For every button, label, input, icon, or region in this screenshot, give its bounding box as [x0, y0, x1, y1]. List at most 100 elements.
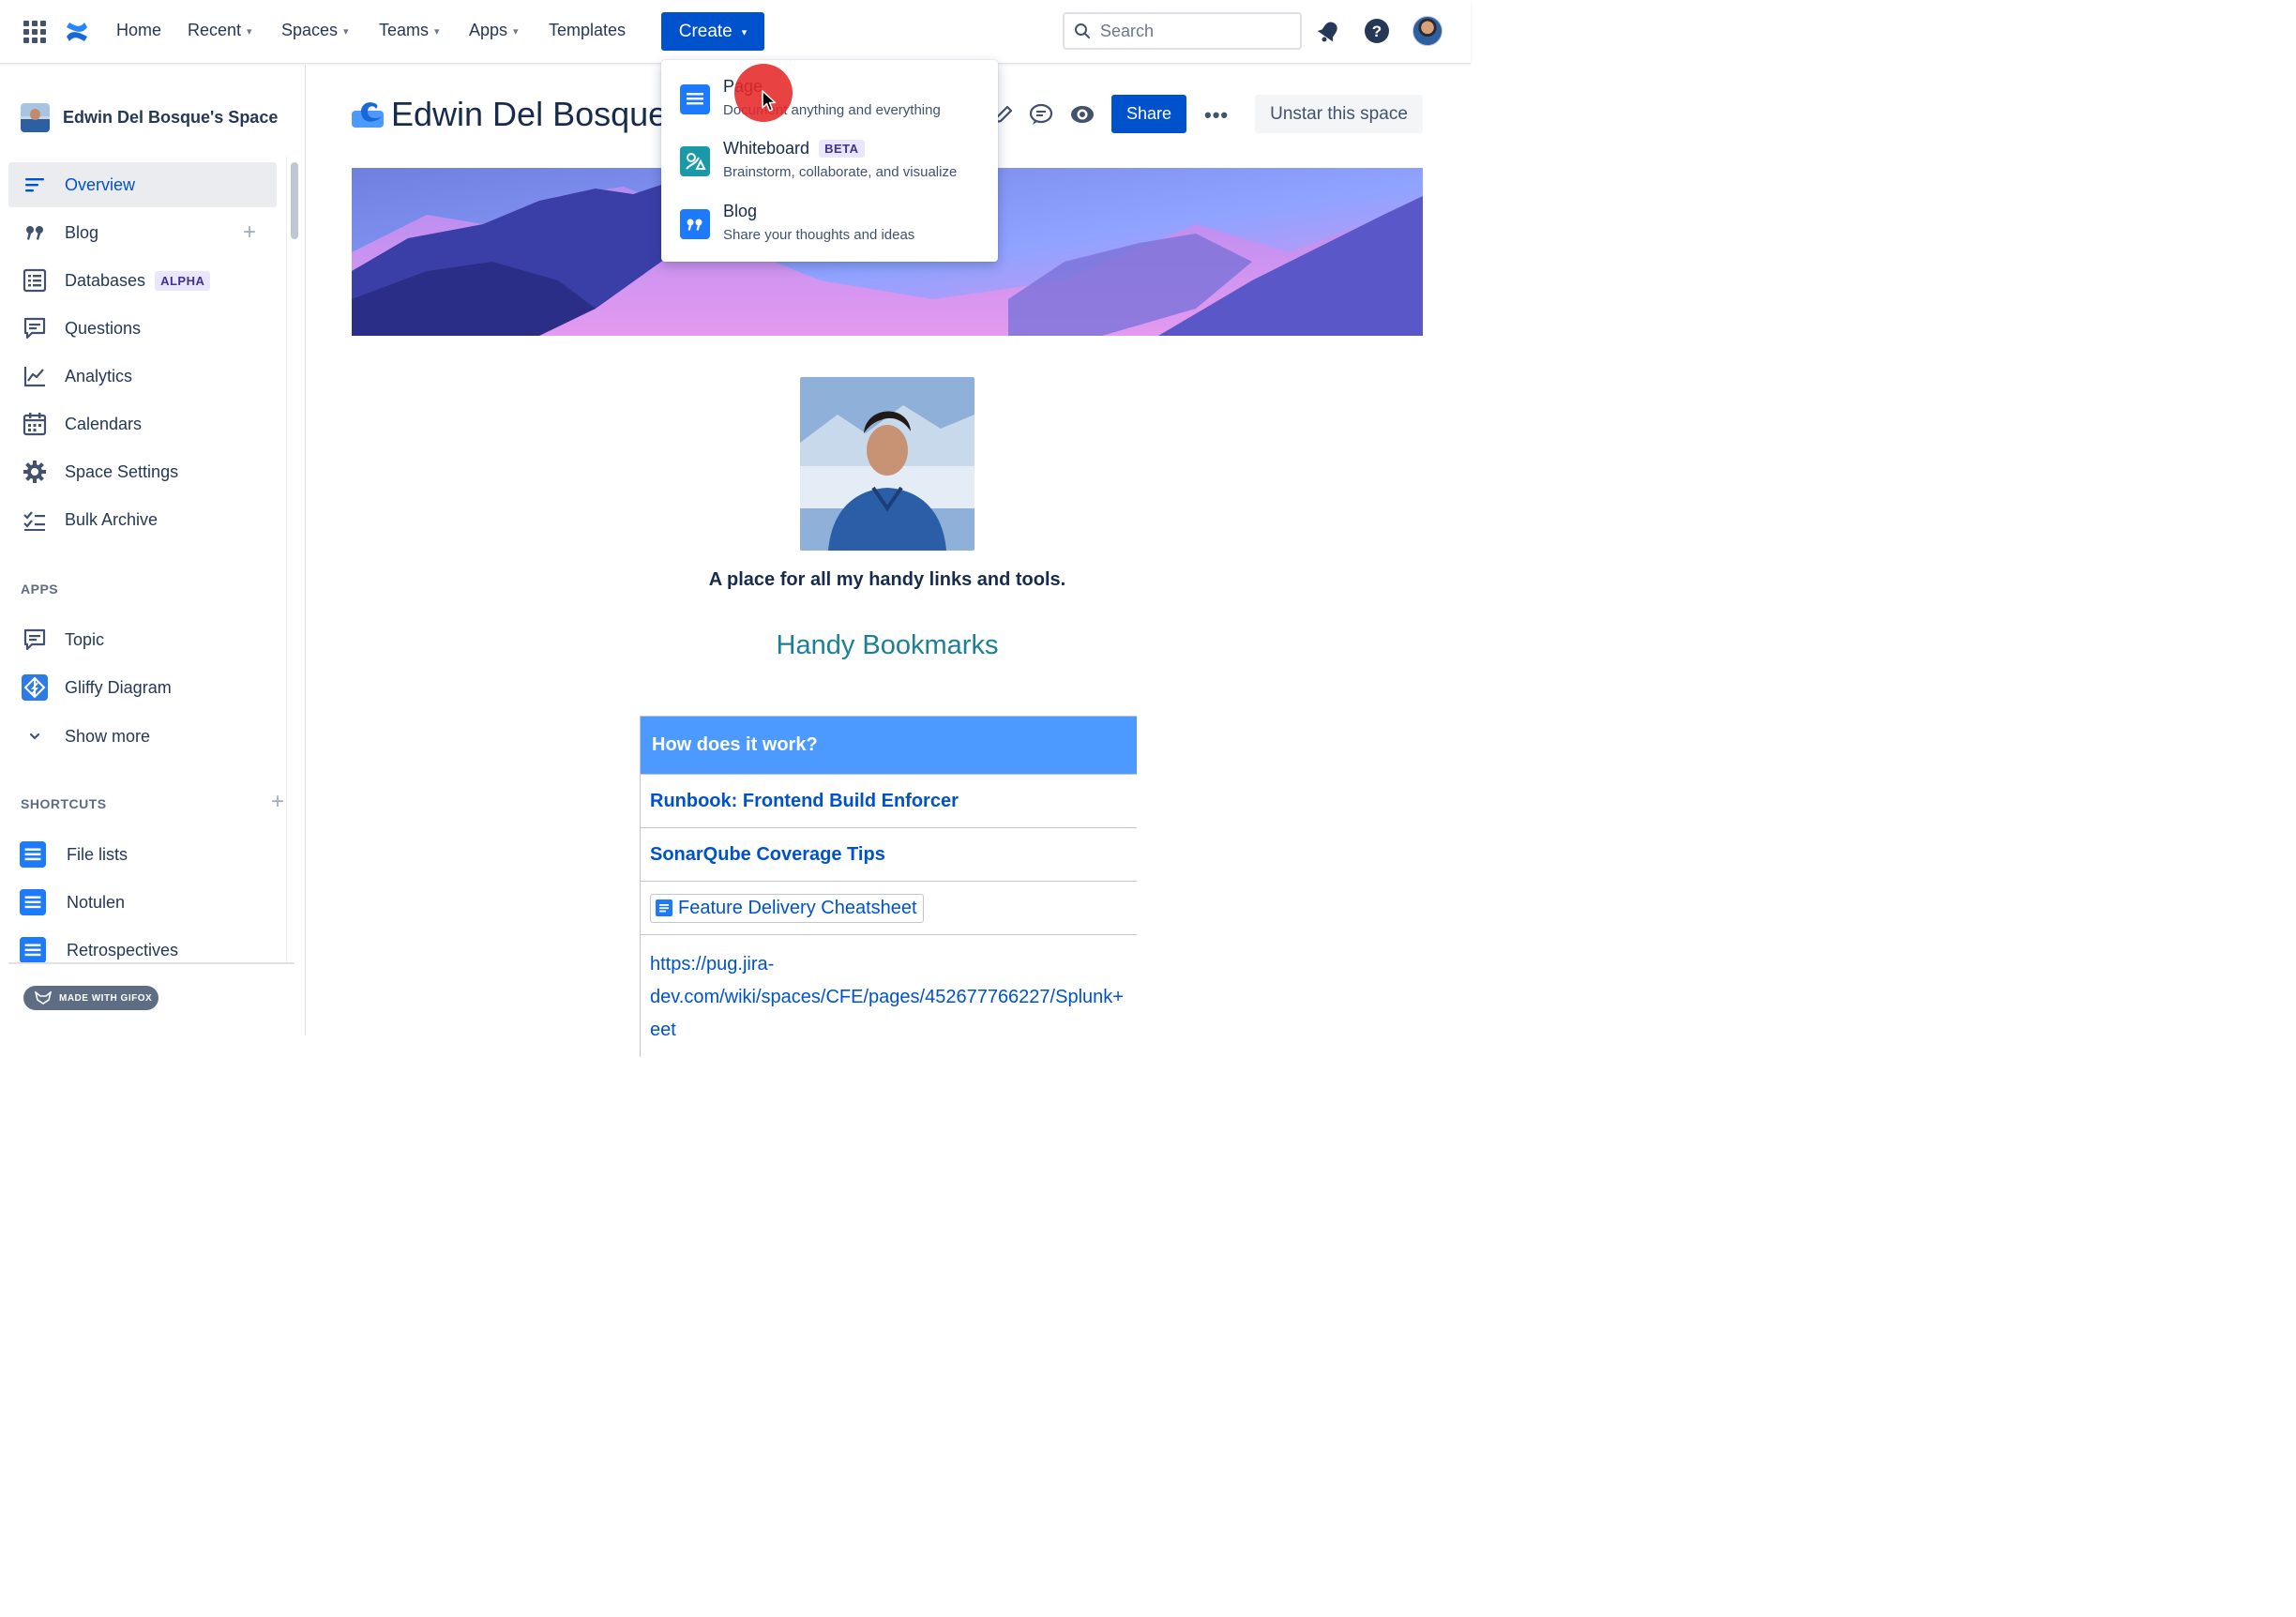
chevron-down-icon: ▾ [513, 26, 519, 38]
chevron-down-icon: ▾ [434, 26, 440, 38]
add-shortcut-icon[interactable]: + [271, 789, 284, 815]
profile-photo [800, 377, 974, 551]
sidebar-item-calendars[interactable]: Calendars [8, 401, 277, 446]
sidebar-item-topic[interactable]: Topic [8, 617, 277, 662]
url-line: dev.com/wiki/spaces/CFE/pages/4526777662… [650, 987, 1124, 1007]
page-icon [20, 841, 46, 868]
url-line: https://pug.jira- [650, 954, 775, 975]
svg-text:?: ? [1372, 23, 1382, 40]
quote-icon [680, 209, 710, 239]
shortcut-notulen[interactable]: Notulen [8, 880, 277, 925]
sidebar-item-questions[interactable]: Questions [8, 306, 277, 351]
table-header-label: How does it work? [652, 734, 818, 755]
nav-spaces-label: Spaces [281, 21, 339, 39]
nav-spaces[interactable]: Spaces ▾ [281, 21, 349, 40]
sidebar-item-label: Blog [65, 222, 99, 242]
table-header: How does it work? [641, 717, 1137, 775]
sidebar-scrollbar[interactable] [291, 162, 298, 239]
sidebar-item-databases[interactable]: Databases ALPHA [8, 258, 277, 303]
table-row: Runbook: Frontend Build Enforcer [641, 775, 1137, 828]
url-link[interactable]: https://pug.jira- dev.com/wiki/spaces/CF… [641, 935, 1138, 1057]
runbook-link[interactable]: Runbook: Frontend Build Enforcer [650, 791, 959, 812]
notifications-icon[interactable] [1315, 17, 1343, 45]
top-navigation: Home Recent ▾ Spaces ▾ Teams ▾ Apps ▾ Templa… [0, 0, 1471, 64]
create-button-label: Create [678, 21, 733, 41]
create-button[interactable]: Create ▾ [661, 12, 764, 51]
create-menu-item-blog[interactable]: Blog Share your thoughts and ideas [680, 202, 914, 243]
smart-link-label: Feature Delivery Cheatsheet [678, 897, 917, 918]
sidebar-item-label: Questions [65, 318, 142, 338]
sidebar-item-gliffy[interactable]: Gliffy Diagram [8, 665, 277, 710]
analytics-icon [22, 363, 48, 389]
unstar-space-button[interactable]: Unstar this space [1255, 95, 1423, 133]
feature-delivery-smart-link[interactable]: Feature Delivery Cheatsheet [650, 893, 924, 923]
gear-icon [22, 459, 48, 485]
url-line: eet [650, 1020, 676, 1040]
sidebar-item-label: Overview [65, 174, 136, 194]
sidebar-item-bulk-archive[interactable]: Bulk Archive [8, 497, 277, 542]
mouse-cursor-icon [762, 90, 777, 112]
shortcut-label: File lists [67, 844, 128, 864]
sidebar-item-label: Space Settings [65, 461, 179, 481]
page-title: Edwin Del Bosque's [391, 95, 663, 133]
chevron-down-icon: ▾ [741, 27, 748, 38]
page-icon [20, 889, 46, 915]
more-actions-icon[interactable]: ••• [1204, 103, 1229, 128]
add-blog-icon[interactable]: + [243, 219, 256, 246]
quote-icon [22, 219, 48, 246]
share-button[interactable]: Share [1111, 95, 1186, 133]
sidebar-item-label: Topic [65, 629, 105, 649]
search-input[interactable] [1100, 21, 1269, 41]
nav-templates-label: Templates [549, 21, 627, 39]
nav-teams[interactable]: Teams ▾ [379, 21, 440, 40]
sidebar-item-blog[interactable]: Blog + [8, 210, 277, 255]
shortcut-retrospectives[interactable]: Retrospectives [8, 928, 277, 973]
whiteboard-icon [680, 146, 710, 176]
sidebar-show-more[interactable]: Show more [8, 714, 277, 759]
calendar-icon [22, 411, 48, 437]
create-menu-item-page[interactable]: Page Document anything and everything [680, 77, 941, 118]
space-name: Edwin Del Bosque's Space [63, 108, 279, 127]
share-button-label: Share [1125, 104, 1172, 123]
nav-templates[interactable]: Templates [549, 21, 626, 40]
search-icon [1075, 23, 1090, 38]
fox-logo-icon [35, 991, 52, 1005]
sidebar-divider [8, 962, 295, 964]
sidebar-item-space-settings[interactable]: Space Settings [8, 449, 277, 494]
nav-home-label: Home [116, 21, 162, 39]
help-icon[interactable]: ? [1363, 17, 1391, 45]
nav-recent[interactable]: Recent ▾ [188, 21, 252, 40]
bookmarks-table: How does it work? Runbook: Frontend Buil… [640, 716, 1137, 1057]
sonarqube-link[interactable]: SonarQube Coverage Tips [650, 844, 885, 866]
sidebar-item-label: Analytics [65, 366, 133, 385]
menu-item-description: Share your thoughts and ideas [723, 227, 915, 243]
sidebar-item-label: Calendars [65, 414, 143, 433]
comment-icon[interactable] [1028, 101, 1054, 128]
profile-avatar[interactable] [1412, 16, 1443, 46]
shortcut-file-lists[interactable]: File lists [8, 832, 277, 877]
chevron-down-icon: ▾ [343, 26, 349, 38]
space-avatar [21, 103, 50, 132]
nav-home[interactable]: Home [116, 21, 161, 40]
gifox-label: MADE WITH GIFOX [59, 992, 153, 1004]
sidebar-item-overview[interactable]: Overview [8, 162, 277, 207]
search-box[interactable] [1063, 12, 1302, 50]
questions-icon [22, 315, 48, 341]
app-switcher-icon[interactable] [23, 21, 46, 43]
table-row: Feature Delivery Cheatsheet [641, 882, 1137, 935]
sidebar-item-label: Show more [65, 726, 151, 746]
bulk-archive-icon [22, 506, 48, 533]
sidebar-item-label: Bulk Archive [65, 509, 159, 529]
space-header[interactable]: Edwin Del Bosque's Space [21, 103, 278, 132]
watch-icon[interactable] [1069, 101, 1095, 128]
nav-recent-label: Recent [188, 21, 242, 39]
create-menu-item-whiteboard[interactable]: Whiteboard BETA Brainstorm, collaborate, … [680, 139, 957, 180]
topic-icon [22, 627, 48, 653]
chevron-down-icon: ▾ [247, 26, 252, 38]
confluence-logo-icon[interactable] [64, 19, 90, 45]
nav-apps[interactable]: Apps ▾ [469, 21, 519, 40]
nav-teams-label: Teams [379, 21, 430, 39]
sidebar-item-analytics[interactable]: Analytics [8, 354, 277, 399]
unstar-button-label: Unstar this space [1270, 103, 1408, 124]
shortcut-label: Retrospectives [67, 940, 179, 960]
